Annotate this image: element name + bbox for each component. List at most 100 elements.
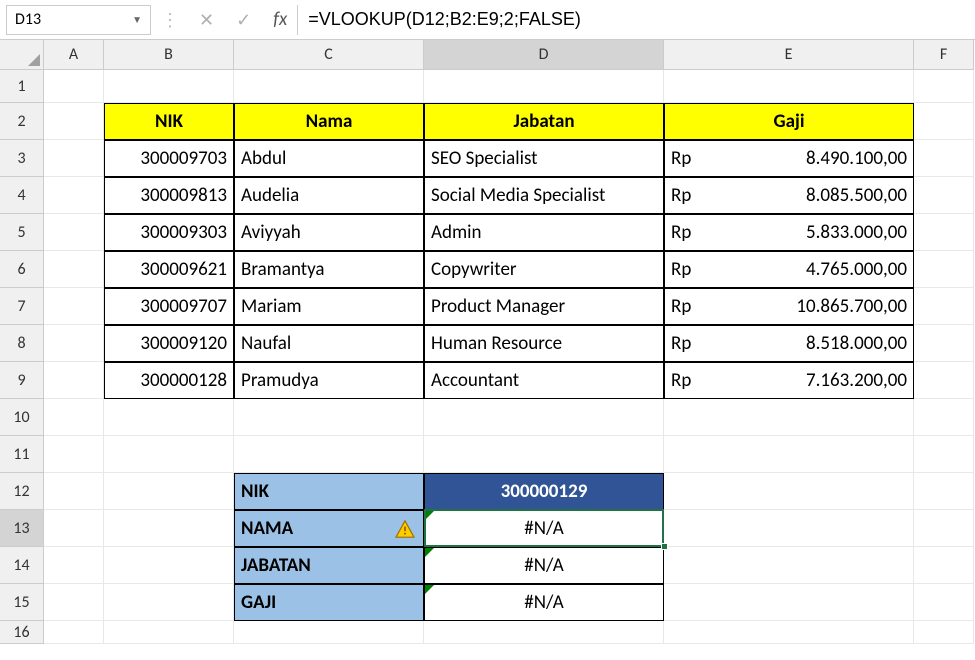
cell-F2[interactable]	[914, 103, 974, 140]
cell-C4[interactable]: Audelia	[234, 177, 424, 214]
cell-D4[interactable]: Social Media Specialist	[424, 177, 664, 214]
row-header-10[interactable]: 10	[0, 399, 44, 436]
cell-F15[interactable]	[914, 584, 974, 621]
cell-F8[interactable]	[914, 325, 974, 362]
cell-C10[interactable]	[234, 399, 424, 436]
cell-E14[interactable]	[664, 547, 914, 584]
row-header-2[interactable]: 2	[0, 103, 44, 140]
cell-C1[interactable]	[234, 70, 424, 103]
cell-A7[interactable]	[44, 288, 104, 325]
cell-A5[interactable]	[44, 214, 104, 251]
cell-D6[interactable]: Copywriter	[424, 251, 664, 288]
col-header-D[interactable]: D	[424, 40, 664, 70]
cell-D3[interactable]: SEO Specialist	[424, 140, 664, 177]
cell-F6[interactable]	[914, 251, 974, 288]
cell-F9[interactable]	[914, 362, 974, 399]
cell-F12[interactable]	[914, 473, 974, 510]
cell-C11[interactable]	[234, 436, 424, 473]
cell-B6[interactable]: 300009621	[104, 251, 234, 288]
row-header-9[interactable]: 9	[0, 362, 44, 399]
cell-A11[interactable]	[44, 436, 104, 473]
cell-E4[interactable]: Rp8.085.500,00	[664, 177, 914, 214]
fill-handle[interactable]	[661, 543, 668, 550]
cell-B15[interactable]	[104, 584, 234, 621]
cell-A4[interactable]	[44, 177, 104, 214]
cell-E16[interactable]	[664, 621, 914, 644]
col-header-B[interactable]: B	[104, 40, 234, 70]
cell-F7[interactable]	[914, 288, 974, 325]
cell-A16[interactable]	[44, 621, 104, 644]
cell-F13[interactable]	[914, 510, 974, 547]
cell-A14[interactable]	[44, 547, 104, 584]
cell-A15[interactable]	[44, 584, 104, 621]
cell-B4[interactable]: 300009813	[104, 177, 234, 214]
cell-C16[interactable]	[234, 621, 424, 644]
cells-area[interactable]: NIK Nama Jabatan Gaji 300009703 Abdul SE…	[44, 70, 974, 644]
cell-B13[interactable]	[104, 510, 234, 547]
cell-F14[interactable]	[914, 547, 974, 584]
row-header-8[interactable]: 8	[0, 325, 44, 362]
cell-D16[interactable]	[424, 621, 664, 644]
cell-C5[interactable]: Aviyyah	[234, 214, 424, 251]
cell-E8[interactable]: Rp8.518.000,00	[664, 325, 914, 362]
row-header-3[interactable]: 3	[0, 140, 44, 177]
cell-A13[interactable]	[44, 510, 104, 547]
cell-E10[interactable]	[664, 399, 914, 436]
cell-E11[interactable]	[664, 436, 914, 473]
fx-icon[interactable]: fx	[273, 8, 287, 31]
row-header-11[interactable]: 11	[0, 436, 44, 473]
cell-E7[interactable]: Rp10.865.700,00	[664, 288, 914, 325]
cell-E6[interactable]: Rp4.765.000,00	[664, 251, 914, 288]
cell-F3[interactable]	[914, 140, 974, 177]
formula-input[interactable]	[297, 5, 975, 35]
col-header-A[interactable]: A	[44, 40, 104, 70]
col-header-C[interactable]: C	[234, 40, 424, 70]
name-box-dropdown-icon[interactable]: ▼	[132, 13, 142, 26]
confirm-icon[interactable]: ✓	[236, 9, 251, 31]
row-header-1[interactable]: 1	[0, 70, 44, 103]
cell-F1[interactable]	[914, 70, 974, 103]
cell-A12[interactable]	[44, 473, 104, 510]
col-header-F[interactable]: F	[914, 40, 974, 70]
row-header-15[interactable]: 15	[0, 584, 44, 621]
cell-C7[interactable]: Mariam	[234, 288, 424, 325]
cell-A8[interactable]	[44, 325, 104, 362]
lookup-value-gaji[interactable]: #N/A	[424, 584, 664, 621]
cell-F5[interactable]	[914, 214, 974, 251]
lookup-value-nama[interactable]: #N/A	[424, 510, 664, 547]
row-header-13[interactable]: 13	[0, 510, 44, 547]
table-header-gaji[interactable]: Gaji	[664, 103, 914, 140]
table-header-nama[interactable]: Nama	[234, 103, 424, 140]
lookup-label-gaji[interactable]: GAJI	[234, 584, 424, 621]
lookup-value-jabatan[interactable]: #N/A	[424, 547, 664, 584]
lookup-label-nik[interactable]: NIK	[234, 473, 424, 510]
cell-A1[interactable]	[44, 70, 104, 103]
cancel-icon[interactable]: ✕	[199, 9, 214, 31]
cell-F16[interactable]	[914, 621, 974, 644]
cell-C3[interactable]: Abdul	[234, 140, 424, 177]
cell-E15[interactable]	[664, 584, 914, 621]
cell-B11[interactable]	[104, 436, 234, 473]
cell-B8[interactable]: 300009120	[104, 325, 234, 362]
cell-B9[interactable]: 300000128	[104, 362, 234, 399]
lookup-label-nama[interactable]: NAMA !	[234, 510, 424, 547]
cell-A2[interactable]	[44, 103, 104, 140]
cell-B14[interactable]	[104, 547, 234, 584]
cell-C9[interactable]: Pramudya	[234, 362, 424, 399]
cell-A9[interactable]	[44, 362, 104, 399]
cell-E1[interactable]	[664, 70, 914, 103]
table-header-nik[interactable]: NIK	[104, 103, 234, 140]
cell-D1[interactable]	[424, 70, 664, 103]
cell-A6[interactable]	[44, 251, 104, 288]
cell-C8[interactable]: Naufal	[234, 325, 424, 362]
cell-B16[interactable]	[104, 621, 234, 644]
cell-D8[interactable]: Human Resource	[424, 325, 664, 362]
cell-F10[interactable]	[914, 399, 974, 436]
cell-C6[interactable]: Bramantya	[234, 251, 424, 288]
cell-F4[interactable]	[914, 177, 974, 214]
cell-A3[interactable]	[44, 140, 104, 177]
cell-E12[interactable]	[664, 473, 914, 510]
cell-D7[interactable]: Product Manager	[424, 288, 664, 325]
col-header-E[interactable]: E	[664, 40, 914, 70]
cell-B3[interactable]: 300009703	[104, 140, 234, 177]
